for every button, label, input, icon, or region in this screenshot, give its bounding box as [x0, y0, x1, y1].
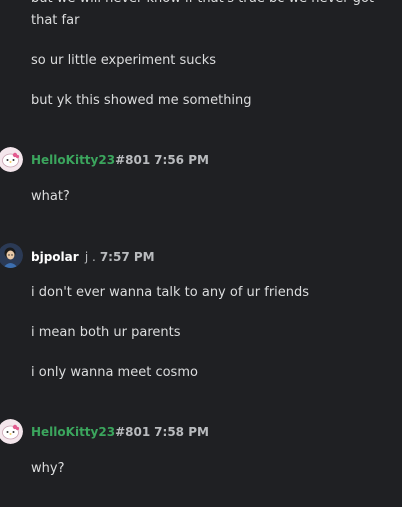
timestamp: 7:58 PM [154, 425, 209, 439]
user-tag: j . [84, 250, 96, 264]
hello-kitty-avatar-icon[interactable] [0, 419, 23, 444]
message-text: but yk this showed me something [31, 93, 252, 108]
message-text: why? [31, 461, 65, 476]
hello-kitty-avatar-icon[interactable] [0, 147, 23, 172]
character-avatar-icon[interactable] [0, 243, 23, 268]
user-tag: #801 [115, 153, 151, 167]
timestamp: 7:57 PM [99, 250, 155, 264]
message-header: bjpolar j . 7:57 PM [31, 249, 155, 265]
message-text: but we will never know if that's true bc… [31, 0, 374, 9]
message-text: i mean both ur parents [31, 325, 181, 340]
message-text: i don't ever wanna talk to any of ur fri… [31, 285, 310, 300]
message-header: HelloKitty23#801 7:58 PM [31, 424, 209, 440]
username[interactable]: bjpolar [31, 250, 79, 264]
message-text: i only wanna meet cosmo [31, 365, 198, 380]
username[interactable]: HelloKitty23 [31, 153, 115, 167]
message-header: HelloKitty23#801 7:56 PM [31, 152, 209, 168]
message-text: what? [31, 189, 70, 204]
message-text: so ur little experiment sucks [31, 53, 216, 68]
chat-message-list: but we will never know if that's true bc… [0, 0, 402, 507]
timestamp: 7:56 PM [154, 153, 209, 167]
message-text: that far [31, 13, 80, 28]
username[interactable]: HelloKitty23 [31, 425, 115, 439]
user-tag: #801 [115, 425, 151, 439]
